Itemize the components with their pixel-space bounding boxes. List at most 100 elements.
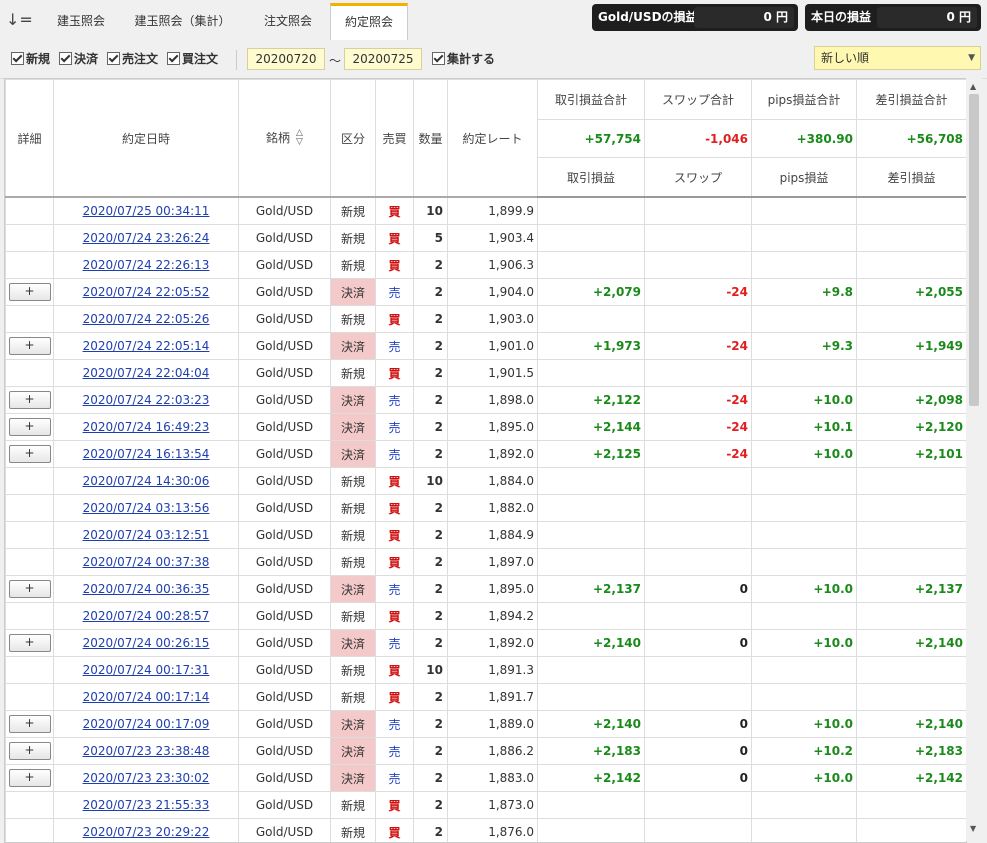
datetime-cell[interactable]: 2020/07/23 21:55:33 xyxy=(54,792,239,819)
filter-new-checkbox[interactable]: 新規 xyxy=(11,52,50,66)
expand-detail-button[interactable]: + xyxy=(9,337,51,355)
datetime-cell[interactable]: 2020/07/24 00:26:15 xyxy=(54,630,239,657)
execution-datetime-link[interactable]: 2020/07/24 03:12:51 xyxy=(83,528,210,542)
symbol-cell: Gold/USD xyxy=(239,630,331,657)
table-row: 2020/07/24 00:28:57Gold/USD新規買21,894.2 xyxy=(6,603,967,630)
date-from-input[interactable]: 20200720 xyxy=(247,48,325,70)
datetime-cell[interactable]: 2020/07/24 00:28:57 xyxy=(54,603,239,630)
scroll-down-icon[interactable]: ▼ xyxy=(970,824,976,833)
execution-datetime-link[interactable]: 2020/07/24 22:03:23 xyxy=(83,393,210,407)
datetime-cell[interactable]: 2020/07/24 03:13:56 xyxy=(54,495,239,522)
datetime-cell[interactable]: 2020/07/24 22:05:26 xyxy=(54,306,239,333)
net-cell: +2,140 xyxy=(857,711,967,738)
datetime-cell[interactable]: 2020/07/24 00:17:31 xyxy=(54,657,239,684)
qty-cell: 2 xyxy=(414,819,448,843)
sort-arrows-icon[interactable]: △▽ xyxy=(296,129,303,147)
scrollbar-thumb[interactable] xyxy=(969,94,979,406)
execution-datetime-link[interactable]: 2020/07/24 00:17:14 xyxy=(83,690,210,704)
execution-datetime-link[interactable]: 2020/07/24 00:26:15 xyxy=(83,636,210,650)
expand-detail-button[interactable]: + xyxy=(9,580,51,598)
execution-datetime-link[interactable]: 2020/07/25 00:34:11 xyxy=(83,204,210,218)
datetime-cell[interactable]: 2020/07/24 22:03:23 xyxy=(54,387,239,414)
swap-cell: 0 xyxy=(645,765,752,792)
datetime-cell[interactable]: 2020/07/24 03:12:51 xyxy=(54,522,239,549)
execution-datetime-link[interactable]: 2020/07/24 00:17:31 xyxy=(83,663,210,677)
datetime-cell[interactable]: 2020/07/24 14:30:06 xyxy=(54,468,239,495)
expand-detail-button[interactable]: + xyxy=(9,418,51,436)
expand-detail-button[interactable]: + xyxy=(9,634,51,652)
execution-datetime-link[interactable]: 2020/07/24 22:05:26 xyxy=(83,312,210,326)
datetime-cell[interactable]: 2020/07/24 00:17:09 xyxy=(54,711,239,738)
execution-datetime-link[interactable]: 2020/07/24 00:28:57 xyxy=(83,609,210,623)
filter-settle-checkbox[interactable]: 決済 xyxy=(59,52,98,66)
vertical-scrollbar[interactable]: ▲ ▼ xyxy=(966,78,982,841)
col-symbol[interactable]: 銘柄△▽ xyxy=(239,80,331,198)
side-cell: 売 xyxy=(376,576,414,603)
execution-datetime-link[interactable]: 2020/07/23 21:55:33 xyxy=(83,798,210,812)
expand-detail-button[interactable]: + xyxy=(9,445,51,463)
tab-positions[interactable]: 建玉照会 xyxy=(44,4,118,38)
datetime-cell[interactable]: 2020/07/24 00:17:14 xyxy=(54,684,239,711)
datetime-cell[interactable]: 2020/07/23 23:38:48 xyxy=(54,738,239,765)
execution-datetime-link[interactable]: 2020/07/24 22:04:04 xyxy=(83,366,210,380)
tab-positions-summary[interactable]: 建玉照会（集計） xyxy=(125,4,240,38)
col-datetime[interactable]: 約定日時 xyxy=(54,80,239,198)
datetime-cell[interactable]: 2020/07/24 16:49:23 xyxy=(54,414,239,441)
scroll-up-icon[interactable]: ▲ xyxy=(970,82,976,91)
expand-detail-button[interactable]: + xyxy=(9,391,51,409)
filter-sell-order-checkbox[interactable]: 売注文 xyxy=(107,52,158,66)
symbol-cell: Gold/USD xyxy=(239,657,331,684)
expand-detail-button[interactable]: + xyxy=(9,742,51,760)
execution-datetime-link[interactable]: 2020/07/24 16:49:23 xyxy=(83,420,210,434)
tab-orders[interactable]: 注文照会 xyxy=(250,4,326,38)
expand-detail-button[interactable]: + xyxy=(9,715,51,733)
execution-datetime-link[interactable]: 2020/07/24 00:37:38 xyxy=(83,555,210,569)
datetime-cell[interactable]: 2020/07/24 23:26:24 xyxy=(54,225,239,252)
detail-cell: + xyxy=(6,576,54,603)
datetime-cell[interactable]: 2020/07/24 22:05:52 xyxy=(54,279,239,306)
expand-detail-button[interactable]: + xyxy=(9,769,51,787)
datetime-cell[interactable]: 2020/07/24 00:36:35 xyxy=(54,576,239,603)
datetime-cell[interactable]: 2020/07/23 20:29:22 xyxy=(54,819,239,843)
datetime-cell[interactable]: 2020/07/24 22:26:13 xyxy=(54,252,239,279)
sort-toggle-icon[interactable]: ↓= xyxy=(6,8,34,32)
execution-datetime-link[interactable]: 2020/07/24 22:26:13 xyxy=(83,258,210,272)
pips-cell: +10.0 xyxy=(752,576,857,603)
datetime-cell[interactable]: 2020/07/24 16:13:54 xyxy=(54,441,239,468)
aggregate-checkbox[interactable]: 集計する xyxy=(432,52,495,66)
execution-datetime-link[interactable]: 2020/07/24 23:26:24 xyxy=(83,231,210,245)
execution-datetime-link[interactable]: 2020/07/24 14:30:06 xyxy=(83,474,210,488)
execution-datetime-link[interactable]: 2020/07/23 20:29:22 xyxy=(83,825,210,839)
datetime-cell[interactable]: 2020/07/24 22:05:14 xyxy=(54,333,239,360)
date-to-input[interactable]: 20200725 xyxy=(344,48,422,70)
datetime-cell[interactable]: 2020/07/25 00:34:11 xyxy=(54,197,239,225)
symbol-cell: Gold/USD xyxy=(239,387,331,414)
sort-order-select[interactable]: 新しい順 ▼ xyxy=(814,46,981,70)
execution-datetime-link[interactable]: 2020/07/24 22:05:14 xyxy=(83,339,210,353)
datetime-cell[interactable]: 2020/07/24 22:04:04 xyxy=(54,360,239,387)
filter-settle-label: 決済 xyxy=(74,52,98,66)
execution-datetime-link[interactable]: 2020/07/24 00:17:09 xyxy=(83,717,210,731)
net-cell xyxy=(857,197,967,225)
filter-buy-order-checkbox[interactable]: 買注文 xyxy=(167,52,218,66)
checkbox-checked-icon xyxy=(107,52,120,65)
net-cell: +2,142 xyxy=(857,765,967,792)
category-cell: 新規 xyxy=(331,495,376,522)
datetime-cell[interactable]: 2020/07/24 00:37:38 xyxy=(54,549,239,576)
expand-detail-button[interactable]: + xyxy=(9,283,51,301)
datetime-cell[interactable]: 2020/07/23 23:30:02 xyxy=(54,765,239,792)
execution-datetime-link[interactable]: 2020/07/24 16:13:54 xyxy=(83,447,210,461)
rate-cell: 1,886.2 xyxy=(448,738,538,765)
net-cell: +2,055 xyxy=(857,279,967,306)
tab-executions[interactable]: 約定照会 xyxy=(330,3,408,41)
execution-datetime-link[interactable]: 2020/07/24 03:13:56 xyxy=(83,501,210,515)
execution-datetime-link[interactable]: 2020/07/23 23:38:48 xyxy=(83,744,210,758)
execution-datetime-link[interactable]: 2020/07/24 22:05:52 xyxy=(83,285,210,299)
execution-datetime-link[interactable]: 2020/07/24 00:36:35 xyxy=(83,582,210,596)
side-cell: 買 xyxy=(376,549,414,576)
execution-datetime-link[interactable]: 2020/07/23 23:30:02 xyxy=(83,771,210,785)
qty-cell: 2 xyxy=(414,306,448,333)
detail-cell xyxy=(6,495,54,522)
net-cell xyxy=(857,603,967,630)
side-cell: 買 xyxy=(376,684,414,711)
